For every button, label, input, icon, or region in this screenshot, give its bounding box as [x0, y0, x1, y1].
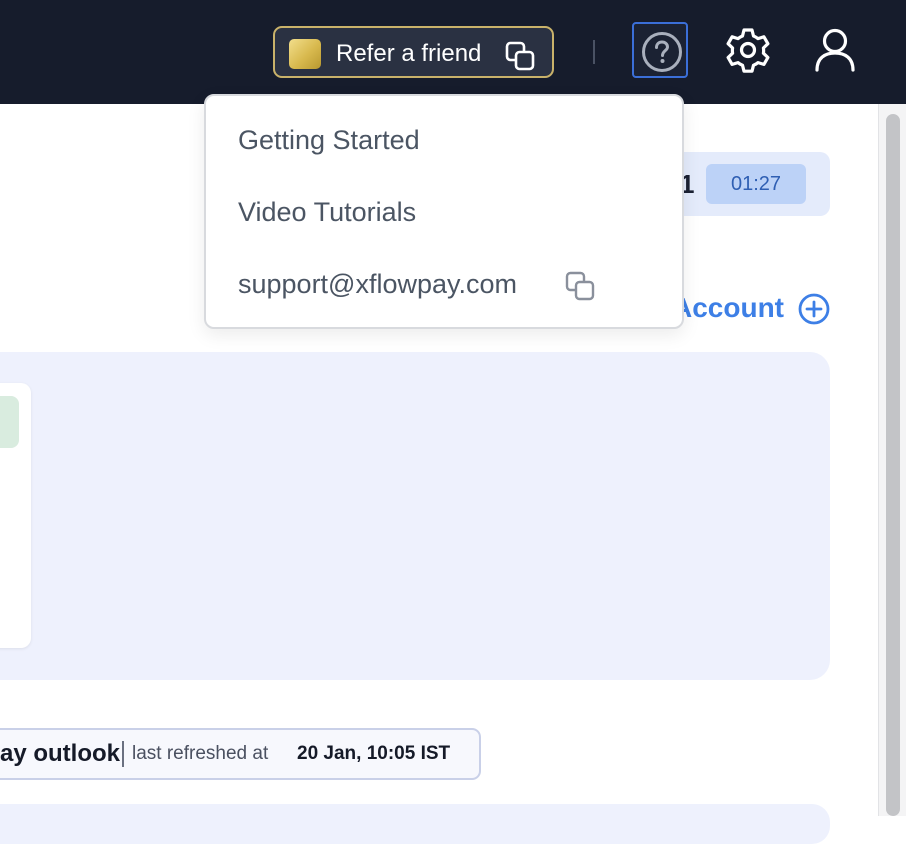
- menu-item-getting-started[interactable]: Getting Started: [238, 123, 420, 157]
- menu-item-support-email[interactable]: support@xflowpay.com: [238, 267, 517, 301]
- refer-friend-button[interactable]: Refer a friend: [273, 26, 554, 78]
- timer-badge: 01:27: [706, 164, 806, 204]
- account-status-chip: [0, 396, 19, 448]
- top-bar: Refer a friend: [0, 0, 906, 104]
- outlook-panel: [0, 804, 830, 844]
- copy-icon[interactable]: [564, 270, 598, 302]
- refer-friend-label: Refer a friend: [336, 40, 482, 67]
- menu-item-video-tutorials[interactable]: Video Tutorials: [238, 195, 416, 229]
- plus-circle-icon[interactable]: [797, 292, 831, 326]
- last-refreshed-time: 20 Jan, 10:05 IST: [297, 743, 451, 764]
- help-icon: [642, 32, 682, 72]
- outlook-title: ay outlook: [0, 740, 121, 767]
- accounts-panel: [0, 352, 830, 680]
- scrollbar-thumb[interactable]: [886, 114, 900, 816]
- last-refreshed-label: last refreshed at: [132, 743, 269, 764]
- copy-icon[interactable]: [504, 40, 536, 72]
- user-icon[interactable]: [808, 24, 862, 78]
- help-button[interactable]: [632, 22, 688, 78]
- gear-icon[interactable]: [722, 24, 774, 76]
- gift-badge-icon: [289, 39, 321, 69]
- page-scrollbar[interactable]: [878, 104, 906, 816]
- nav-divider: [593, 40, 595, 64]
- help-dropdown-menu: Getting Started Video Tutorials support@…: [204, 94, 684, 329]
- add-account-link[interactable]: Account: [672, 290, 784, 326]
- outlook-separator: [122, 741, 124, 767]
